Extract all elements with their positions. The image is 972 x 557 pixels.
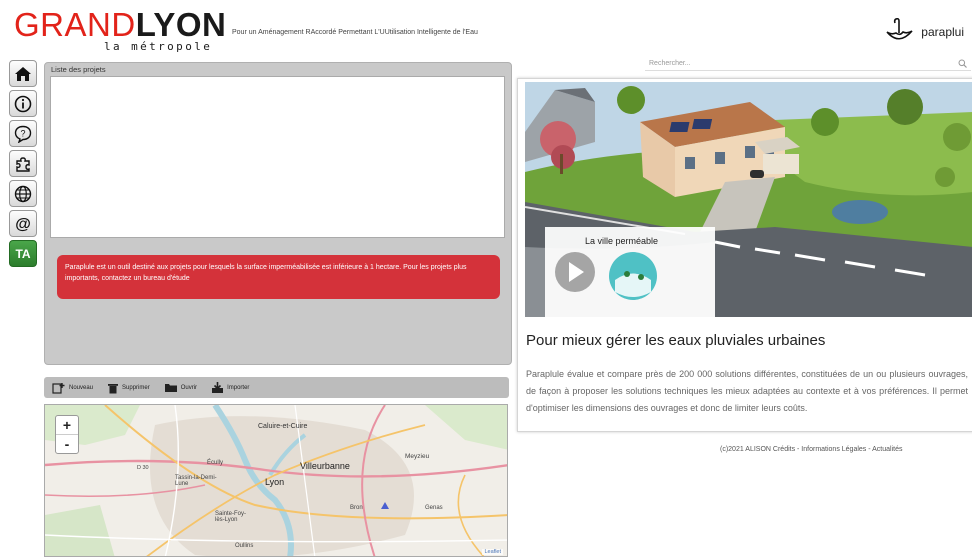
trash-icon xyxy=(108,383,119,393)
zoom-out-button[interactable]: - xyxy=(56,434,78,453)
import-icon xyxy=(212,381,224,393)
map-label-ecully: Écully xyxy=(207,460,224,466)
map-label-genas: Genas xyxy=(425,505,443,511)
svg-text:@: @ xyxy=(15,216,31,233)
map-label-villeurbanne: Villeurbanne xyxy=(300,461,350,471)
help-icon[interactable]: ? xyxy=(9,120,37,147)
import-label: Importer xyxy=(227,384,250,391)
project-action-bar: Nouveau Supprimer Ouvrir Importer xyxy=(44,377,509,398)
map-label-d30: D 30 xyxy=(137,465,149,471)
open-label: Ouvrir xyxy=(180,384,198,391)
new-label: Nouveau xyxy=(69,384,94,391)
import-button[interactable]: Importer xyxy=(211,381,250,394)
map-label-lyon: Lyon xyxy=(265,477,285,487)
projects-title: Liste des projets xyxy=(51,65,106,74)
card-description: Paraplule évalue et compare près de 200 … xyxy=(526,369,968,413)
left-toolbar: ? @ TA xyxy=(9,60,39,270)
umbrella-icon xyxy=(886,18,913,40)
at-icon[interactable]: @ xyxy=(9,210,37,237)
search-bar[interactable]: Rechercher... xyxy=(645,56,971,71)
zoom-control: + - xyxy=(55,415,79,454)
tagline: Pour un Aménagement RAccordé Permettant … xyxy=(232,29,478,36)
warning-alert: Paraplule est un outil destiné aux proje… xyxy=(57,255,500,299)
open-button[interactable]: Ouvrir xyxy=(164,382,197,393)
intro-card: La ville perméable Pour mieux gérer les … xyxy=(517,78,972,432)
logo-subtitle: la métropole xyxy=(104,40,213,53)
card-heading: Pour mieux gérer les eaux pluviales urba… xyxy=(526,332,826,349)
grandlyon-logo[interactable]: GRANDLYON xyxy=(14,8,226,41)
map-label-meyzieu: Meyzieu xyxy=(405,453,430,460)
folder-icon xyxy=(164,384,177,392)
footer-links[interactable]: (c)2021 ALISON Crédits - Informations Lé… xyxy=(720,446,902,453)
map[interactable]: + - Caluire-et-Cuire Villeurbanne Meyzie… xyxy=(44,404,508,557)
map-label-tassin: Tassin-la-Demi-Lune xyxy=(175,475,217,487)
project-list[interactable] xyxy=(50,76,505,238)
ta-icon[interactable]: TA xyxy=(9,240,37,267)
home-icon[interactable] xyxy=(9,60,37,87)
delete-button[interactable]: Supprimer xyxy=(107,382,150,394)
puzzle-icon[interactable] xyxy=(9,150,37,177)
paraplui-brand[interactable]: paraplui xyxy=(881,18,964,46)
map-label-caluire: Caluire-et-Cuire xyxy=(258,423,308,430)
new-file-icon xyxy=(52,382,65,394)
video-title: La ville perméable xyxy=(585,236,658,246)
map-label-sainte-foy: Sainte-Foy-lès-Lyon xyxy=(215,511,247,523)
svg-text:?: ? xyxy=(20,128,25,138)
logo-lyon: LYON xyxy=(135,6,227,43)
projects-panel: Liste des projets Paraplule est un outil… xyxy=(44,62,512,365)
hero-illustration: La ville perméable xyxy=(525,82,972,317)
search-input[interactable]: Rechercher... xyxy=(649,60,691,67)
globe-icon[interactable] xyxy=(9,180,37,207)
logo-grand: GRAND xyxy=(14,6,136,43)
new-button[interactable]: Nouveau xyxy=(52,382,93,394)
brand-name: paraplui xyxy=(921,25,964,39)
leaflet-attribution[interactable]: Leaflet xyxy=(482,549,503,555)
info-icon[interactable] xyxy=(9,90,37,117)
map-label-oullins: Oullins xyxy=(235,543,254,549)
search-icon[interactable] xyxy=(958,59,967,68)
map-label-bron: Bron xyxy=(350,505,363,511)
zoom-in-button[interactable]: + xyxy=(56,416,78,434)
delete-label: Supprimer xyxy=(122,384,150,391)
